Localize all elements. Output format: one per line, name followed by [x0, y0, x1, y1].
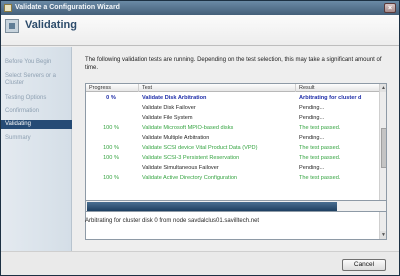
description-text: The following validation tests are runni…: [85, 57, 382, 71]
result-cell: Pending...: [299, 105, 325, 111]
table-row[interactable]: Validate Disk Failover Pending...: [86, 104, 379, 113]
title-bar[interactable]: Validate a Configuration Wizard ×: [1, 1, 399, 15]
wizard-window: Validate a Configuration Wizard × Valida…: [0, 0, 400, 276]
close-button[interactable]: ×: [384, 3, 396, 13]
test-name-cell: Validate SCSI device Vital Product Data …: [142, 145, 258, 151]
test-name-cell: Validate Active Directory Configuration: [142, 175, 238, 181]
sidebar-item-confirmation[interactable]: Confirmation: [1, 108, 72, 115]
list-header: Progress Test Result: [86, 84, 379, 92]
result-cell: The test passed.: [299, 155, 341, 161]
table-row[interactable]: Validate Multiple Arbitration Pending...: [86, 134, 379, 143]
progress-cell: 0 %: [106, 95, 116, 101]
window-title: Validate a Configuration Wizard: [15, 4, 120, 11]
sidebar-item-summary[interactable]: Summary: [1, 135, 72, 142]
test-name-cell: Validate SCSI-3 Persistent Reservation: [142, 155, 240, 161]
result-cell: The test passed.: [299, 125, 341, 131]
progress-cell: 100 %: [103, 175, 119, 181]
column-header-result[interactable]: Result: [296, 84, 379, 92]
column-header-progress[interactable]: Progress: [86, 84, 139, 92]
validate-icon: [5, 19, 19, 33]
result-cell: The test passed.: [299, 175, 341, 181]
sidebar-item-before-you-begin[interactable]: Before You Begin: [1, 59, 72, 66]
wizard-header: Validating: [1, 15, 399, 46]
table-row[interactable]: Validate Simultaneous Failover Pending...: [86, 164, 379, 173]
test-name-cell: Validate File System: [142, 115, 193, 121]
result-cell: Pending...: [299, 135, 325, 141]
sidebar-item-validating[interactable]: Validating: [1, 120, 72, 129]
wizard-app-icon: [4, 4, 12, 12]
cancel-button[interactable]: Cancel: [342, 259, 386, 271]
status-text: Arbitrating for cluster disk 0 from node…: [85, 218, 260, 224]
sidebar-item-select-servers-cont[interactable]: Cluster: [1, 80, 72, 87]
scroll-down-arrow-icon[interactable]: ▼: [380, 231, 386, 239]
wizard-footer: Cancel: [1, 251, 399, 275]
result-cell: Pending...: [299, 115, 325, 121]
result-cell: The test passed.: [299, 145, 341, 151]
main-panel: The following validation tests are runni…: [73, 47, 399, 251]
test-name-cell: Validate Disk Arbitration: [142, 95, 207, 101]
progress-cell: 100 %: [103, 145, 119, 151]
scroll-up-arrow-icon[interactable]: ▲: [380, 84, 386, 92]
list-scrollbar[interactable]: ▲ ▼: [379, 84, 386, 239]
test-name-cell: Validate Simultaneous Failover: [142, 165, 219, 171]
progress-cell: 100 %: [103, 125, 119, 131]
page-title: Validating: [25, 19, 77, 31]
wizard-steps-sidebar: Before You Begin Select Servers or a Clu…: [1, 47, 72, 251]
table-row[interactable]: 100 % Validate SCSI-3 Persistent Reservat…: [86, 154, 379, 163]
result-cell: Pending...: [299, 165, 325, 171]
test-name-cell: Validate Disk Failover: [142, 105, 196, 111]
table-row[interactable]: 100 % Validate Active Directory Configura…: [86, 174, 379, 183]
table-row[interactable]: 100 % Validate Microsoft MPIO-based disks…: [86, 124, 379, 133]
validation-tests-list[interactable]: Progress Test Result 0 % Validate Disk Ar…: [85, 83, 387, 240]
table-row[interactable]: 100 % Validate SCSI device Vital Product …: [86, 144, 379, 153]
test-name-cell: Validate Microsoft MPIO-based disks: [142, 125, 234, 131]
sidebar-item-select-servers[interactable]: Select Servers or a: [1, 73, 72, 80]
table-row[interactable]: 0 % Validate Disk Arbitration Arbitrating …: [86, 94, 379, 103]
progress-cell: 100 %: [103, 155, 119, 161]
scroll-thumb[interactable]: [381, 128, 386, 168]
overall-progress-bar: [85, 200, 387, 212]
result-cell: Arbitrating for cluster d: [299, 95, 362, 101]
progress-fill: [87, 202, 337, 211]
test-name-cell: Validate Multiple Arbitration: [142, 135, 210, 141]
column-header-test[interactable]: Test: [139, 84, 296, 92]
table-row[interactable]: Validate File System Pending...: [86, 114, 379, 123]
sidebar-item-testing-options[interactable]: Testing Options: [1, 95, 72, 102]
